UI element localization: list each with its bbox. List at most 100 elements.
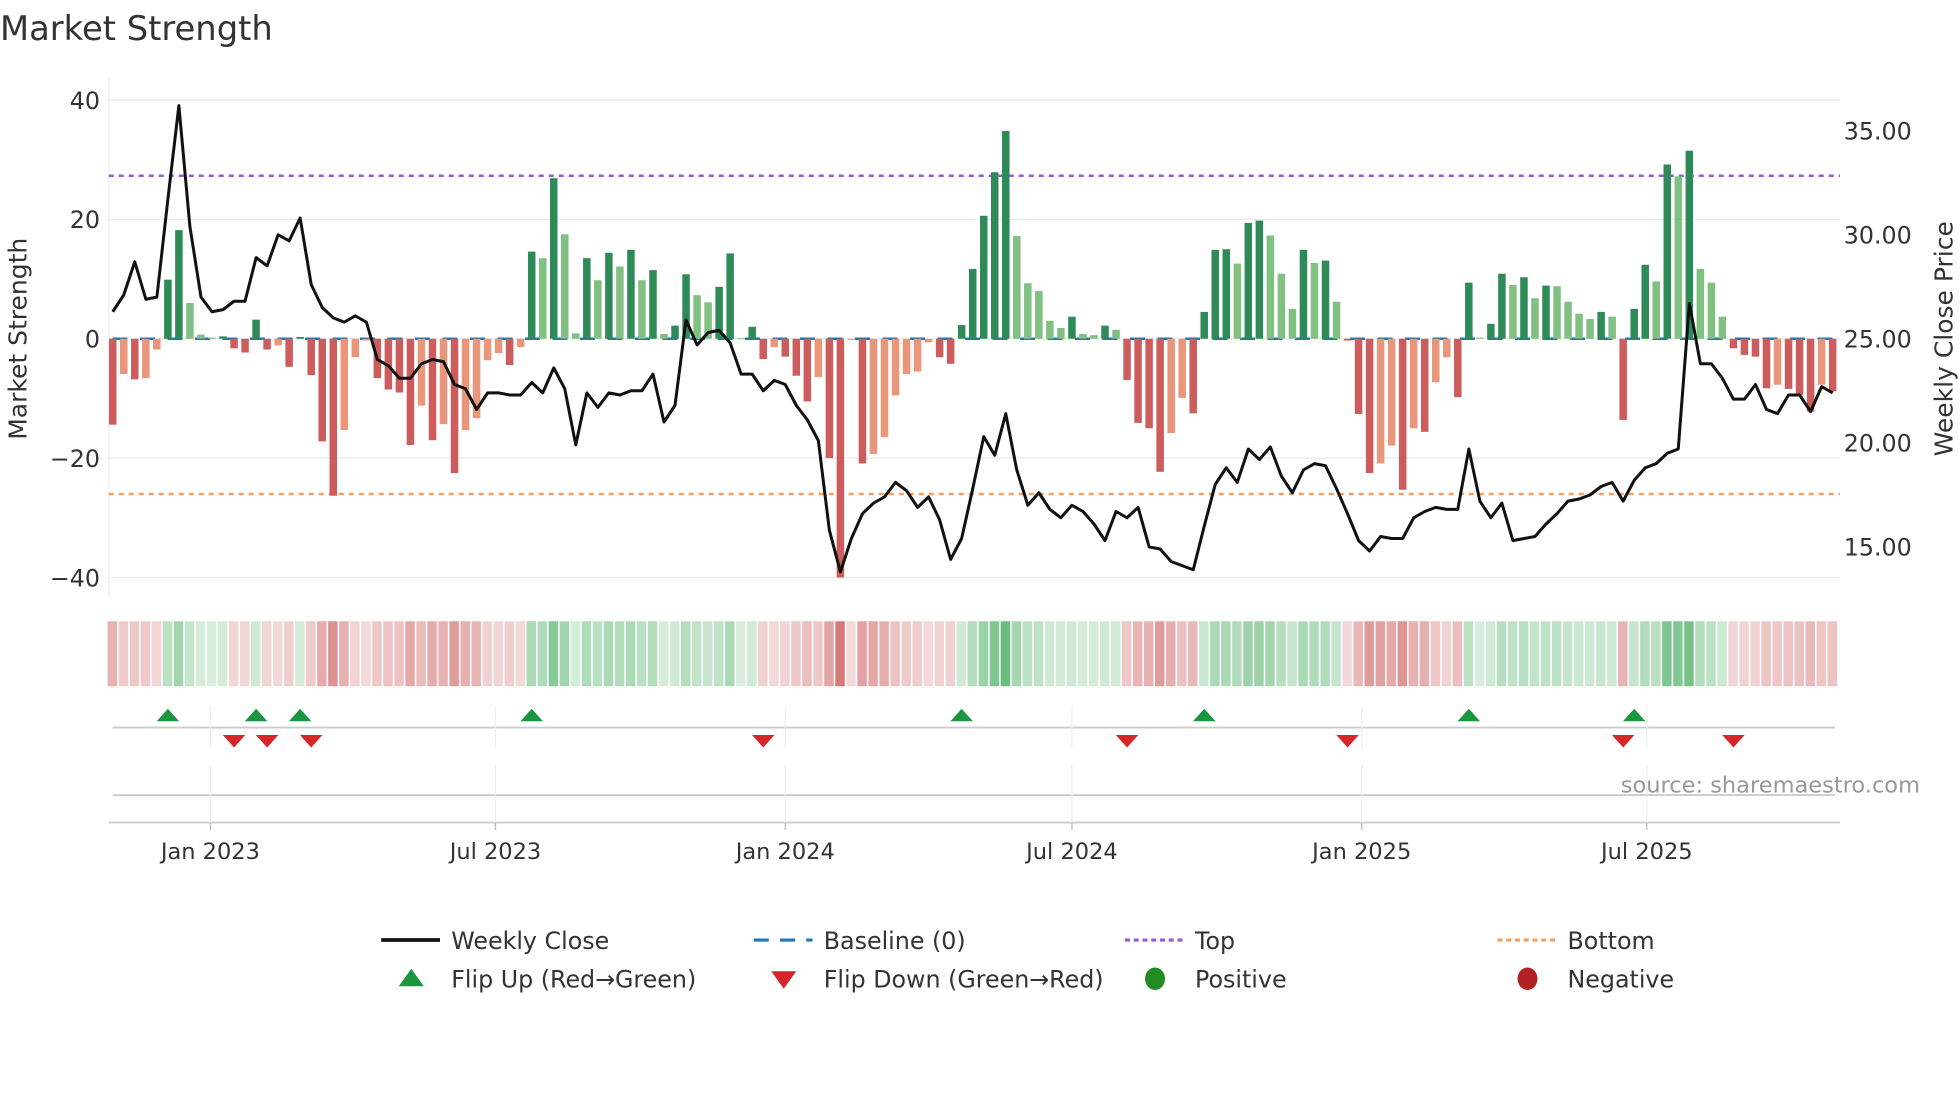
heat-cell (945, 621, 956, 687)
heat-cell (1386, 621, 1397, 687)
strength-bar (263, 338, 271, 350)
strength-bar (186, 302, 194, 339)
x-axis-ticks: Jan 2023 Jul 2023 Jan 2024 Jul 2024 Jan 2025… (159, 706, 1693, 865)
strength-bar (1509, 285, 1517, 339)
heat-cell (1430, 621, 1441, 687)
strength-bar (913, 338, 922, 372)
strength-bar (219, 336, 227, 339)
y2-tick-label: 20.00 (1844, 430, 1912, 458)
strength-bar (946, 338, 955, 364)
strength-bar (1432, 338, 1440, 383)
strength-bar (285, 338, 293, 367)
x-tick-label: Jul 2024 (1024, 839, 1118, 865)
heat-cell (791, 621, 801, 687)
flip-up-marker (1192, 708, 1216, 722)
heat-cell (383, 621, 393, 687)
heat-cell (1110, 621, 1121, 687)
heat-cell (328, 621, 338, 687)
strength-bar (550, 178, 558, 339)
strength-bar (1156, 338, 1164, 472)
strength-bar (891, 338, 900, 396)
heat-cell (239, 621, 250, 687)
heat-cell (118, 621, 129, 687)
heat-cell (1099, 621, 1110, 687)
heat-cell (559, 621, 570, 687)
legend-positive-label: Positive (1195, 966, 1287, 994)
heat-cell (1529, 621, 1540, 687)
y2-tick-label: 30.00 (1844, 221, 1912, 249)
x-tick-label: Jan 2023 (159, 839, 260, 865)
heat-cell (978, 621, 989, 687)
strength-bar (935, 338, 944, 358)
heat-cell (890, 621, 900, 687)
strength-bar (120, 338, 128, 374)
strength-bar (814, 338, 823, 377)
flip-up-marker (244, 708, 268, 722)
heat-cell (1397, 621, 1408, 687)
left-axis-ticks: 40 20 0 −20 −40 (50, 87, 100, 592)
x-tick-label: Jul 2025 (1599, 839, 1693, 865)
strength-bar (616, 266, 624, 339)
flip-up-marker (156, 708, 180, 722)
flip-up-marker (1457, 708, 1481, 722)
strength-bar (395, 338, 404, 393)
heat-cell (1044, 621, 1055, 687)
y2-axis-label: Weekly Close Price (1930, 221, 1959, 456)
strength-bar (1718, 316, 1727, 339)
strength-bar (737, 338, 745, 340)
heat-cell (669, 621, 680, 687)
strength-bar (1299, 249, 1308, 339)
strength-bar (1101, 325, 1109, 339)
heat-cell (1265, 621, 1275, 687)
heat-cell (1088, 621, 1099, 687)
strength-bar (142, 338, 150, 379)
strength-bar (208, 337, 216, 339)
y2-tick-label: 35.00 (1844, 117, 1912, 145)
heat-cell (967, 621, 978, 687)
strength-bar (1178, 338, 1186, 398)
heat-cell (1254, 621, 1264, 687)
heat-cell (636, 621, 647, 687)
heat-cell (1507, 621, 1518, 687)
heat-cell (460, 621, 470, 687)
heat-cell (956, 621, 967, 687)
strength-bar (351, 338, 360, 358)
heat-cell (1584, 621, 1595, 687)
heat-cell (1717, 621, 1727, 687)
heat-cell (1022, 621, 1033, 687)
strength-bar (1597, 311, 1605, 339)
strength-bar (1762, 338, 1771, 389)
heat-cell (1077, 621, 1088, 687)
heat-cell (1342, 621, 1352, 687)
strength-bar (307, 338, 315, 376)
heat-cell (140, 621, 151, 687)
strength-bar (880, 338, 889, 438)
heat-cell (515, 621, 526, 687)
heat-cell (592, 621, 603, 687)
flip-down-marker (299, 735, 323, 748)
heat-cell (361, 621, 371, 687)
heat-cell (923, 621, 933, 687)
strength-bar (494, 338, 503, 354)
heat-cell (1629, 621, 1639, 687)
heat-cell (372, 621, 382, 687)
heat-cell (184, 621, 195, 687)
strength-bar (572, 333, 580, 339)
strength-bar (1806, 338, 1815, 412)
heat-cell (1607, 621, 1617, 687)
flip-down-marker (222, 735, 246, 748)
legend-weekly-close-label: Weekly Close (451, 927, 609, 955)
heat-cell (1452, 621, 1463, 687)
legend-negative-label: Negative (1568, 966, 1675, 994)
strength-bar (803, 338, 812, 402)
heat-cell (1651, 621, 1661, 687)
heat-cell (217, 621, 228, 687)
heat-cell (702, 621, 713, 687)
strength-bar (1652, 281, 1660, 339)
heat-cell (1419, 621, 1430, 687)
strength-bar (1420, 338, 1429, 432)
flip-down-marker (1115, 735, 1139, 748)
y-tick-label: 40 (70, 87, 100, 115)
strength-bar (1079, 333, 1087, 339)
heat-cell (1640, 621, 1650, 687)
